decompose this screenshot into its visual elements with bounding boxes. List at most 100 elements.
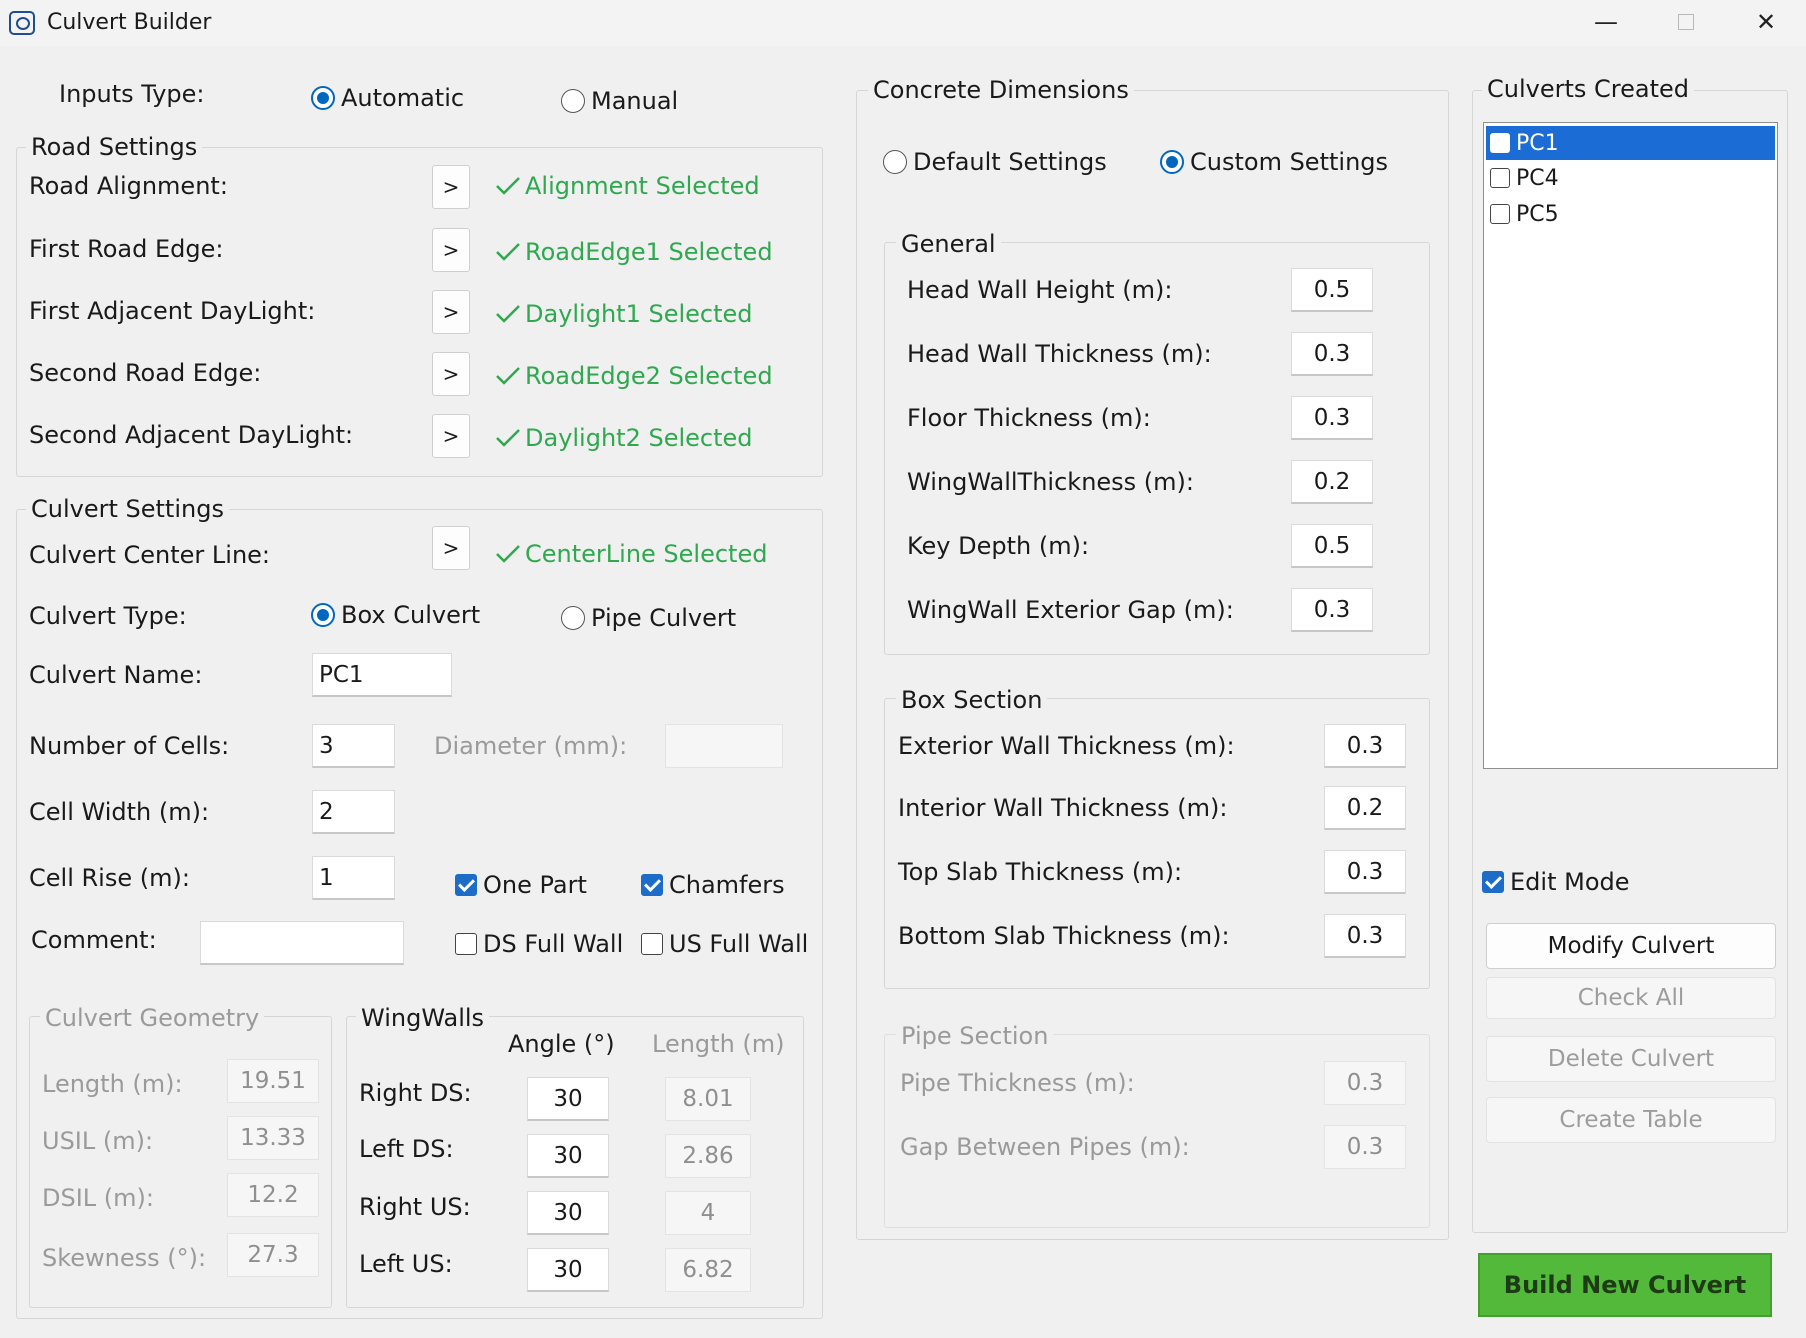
culvert-geometry-title: Culvert Geometry (40, 1003, 265, 1033)
select-road-alignment-button[interactable]: > (432, 165, 470, 209)
modify-culvert-button[interactable]: Modify Culvert (1486, 923, 1776, 969)
floor-thickness-label: Floor Thickness (m): (907, 404, 1151, 432)
pipe-section-title: Pipe Section (896, 1021, 1054, 1051)
list-item-label: PC1 (1516, 130, 1559, 156)
radio-pipe-culvert[interactable]: Pipe Culvert (561, 604, 736, 632)
wingwall-right-us-label: Right US: (359, 1193, 471, 1221)
edit-mode-checkbox[interactable]: Edit Mode (1482, 868, 1630, 896)
road-alignment-label: Road Alignment: (29, 172, 228, 200)
first-road-edge-label: First Road Edge: (29, 235, 224, 263)
cell-rise-input[interactable]: 1 (312, 856, 395, 900)
interior-wall-thickness-input[interactable]: 0.2 (1324, 786, 1406, 830)
key-depth-input[interactable]: 0.5 (1291, 524, 1373, 568)
wingwall-left-ds-label: Left DS: (359, 1135, 454, 1163)
select-center-line-button[interactable]: > (432, 526, 470, 570)
first-daylight-label: First Adjacent DayLight: (29, 297, 316, 325)
chamfers-checkbox-label: Chamfers (669, 871, 785, 899)
list-item-checkbox[interactable] (1490, 168, 1510, 188)
wingwall-right-us-angle-input[interactable]: 30 (527, 1191, 609, 1235)
comment-label: Comment: (31, 926, 157, 954)
concrete-dimensions-title: Concrete Dimensions (868, 75, 1134, 105)
radio-custom-settings-indicator (1160, 150, 1184, 174)
list-item[interactable]: PC5 (1486, 197, 1775, 231)
list-item-checkbox[interactable] (1490, 133, 1510, 153)
chamfers-checkbox[interactable]: Chamfers (641, 871, 785, 899)
radio-pipe-culvert-indicator (561, 606, 585, 630)
minimize-icon: — (1594, 8, 1618, 36)
radio-automatic-indicator (311, 86, 335, 110)
radio-custom-settings[interactable]: Custom Settings (1160, 148, 1388, 176)
close-button[interactable]: ✕ (1726, 0, 1806, 44)
maximize-button[interactable] (1646, 0, 1726, 44)
wingwall-right-ds-angle-input[interactable]: 30 (527, 1077, 609, 1121)
wingwall-thickness-input[interactable]: 0.2 (1291, 460, 1373, 504)
culverts-list[interactable]: PC1 PC4 PC5 (1483, 122, 1778, 769)
second-road-edge-status: RoadEdge2 Selected (494, 362, 773, 390)
wingwalls-title: WingWalls (356, 1003, 490, 1033)
radio-manual[interactable]: Manual (561, 87, 678, 115)
wingwall-left-us-angle-input[interactable]: 30 (527, 1248, 609, 1292)
pipe-thickness-label: Pipe Thickness (m): (900, 1069, 1135, 1097)
build-new-culvert-button[interactable]: Build New Culvert (1478, 1253, 1772, 1317)
wingwall-left-us-label: Left US: (359, 1250, 453, 1278)
one-part-checkbox-box (455, 874, 477, 896)
top-slab-thickness-input[interactable]: 0.3 (1324, 850, 1406, 894)
cell-width-label: Cell Width (m): (29, 798, 210, 826)
ds-full-wall-checkbox[interactable]: DS Full Wall (455, 930, 623, 958)
center-line-status: CenterLine Selected (494, 540, 767, 568)
general-title: General (896, 229, 1001, 259)
wingwall-left-ds-angle-input[interactable]: 30 (527, 1134, 609, 1178)
interior-wall-thickness-label: Interior Wall Thickness (m): (898, 794, 1228, 822)
radio-custom-settings-label: Custom Settings (1190, 148, 1389, 176)
select-first-road-edge-button[interactable]: > (432, 228, 470, 272)
number-of-cells-label: Number of Cells: (29, 732, 230, 760)
first-daylight-status: Daylight1 Selected (494, 300, 753, 328)
second-daylight-status-text: Daylight2 Selected (525, 424, 753, 452)
checkmark-icon (496, 177, 520, 195)
list-item[interactable]: PC1 (1486, 126, 1775, 160)
head-wall-thickness-input[interactable]: 0.3 (1291, 332, 1373, 376)
list-item[interactable]: PC4 (1486, 161, 1775, 195)
geometry-usil-value: 13.33 (227, 1116, 319, 1160)
radio-default-settings[interactable]: Default Settings (883, 148, 1107, 176)
wingwall-right-ds-length: 8.01 (665, 1077, 751, 1121)
radio-box-culvert[interactable]: Box Culvert (311, 601, 480, 629)
title-bar: Culvert Builder — ✕ (0, 0, 1806, 46)
check-all-button: Check All (1486, 977, 1776, 1019)
floor-thickness-input[interactable]: 0.3 (1291, 396, 1373, 440)
radio-automatic[interactable]: Automatic (311, 84, 464, 112)
ds-full-wall-checkbox-label: DS Full Wall (483, 930, 624, 958)
culvert-type-label: Culvert Type: (29, 602, 187, 630)
exterior-wall-thickness-input[interactable]: 0.3 (1324, 724, 1406, 768)
radio-automatic-label: Automatic (341, 84, 465, 112)
geometry-dsil-label: DSIL (m): (42, 1184, 154, 1212)
select-first-daylight-button[interactable]: > (432, 290, 470, 334)
radio-box-culvert-label: Box Culvert (341, 601, 481, 629)
geometry-skewness-value: 27.3 (227, 1233, 319, 1277)
culvert-settings-title: Culvert Settings (26, 494, 229, 524)
select-second-daylight-button[interactable]: > (432, 414, 470, 458)
cell-width-input[interactable]: 2 (312, 790, 395, 834)
wingwall-left-ds-length: 2.86 (665, 1134, 751, 1178)
select-second-road-edge-button[interactable]: > (432, 352, 470, 396)
head-wall-height-input[interactable]: 0.5 (1291, 268, 1373, 312)
geometry-dsil-value: 12.2 (227, 1173, 319, 1217)
us-full-wall-checkbox[interactable]: US Full Wall (641, 930, 808, 958)
radio-manual-indicator (561, 89, 585, 113)
second-road-edge-status-text: RoadEdge2 Selected (525, 362, 773, 390)
minimize-button[interactable]: — (1566, 0, 1646, 44)
first-daylight-status-text: Daylight1 Selected (525, 300, 753, 328)
bottom-slab-thickness-input[interactable]: 0.3 (1324, 914, 1406, 958)
number-of-cells-input[interactable]: 3 (312, 724, 395, 768)
comment-input[interactable] (200, 921, 404, 965)
wingwall-exterior-gap-input[interactable]: 0.3 (1291, 588, 1373, 632)
wingwalls-length-header: Length (m) (652, 1030, 785, 1058)
pipe-thickness-input: 0.3 (1324, 1061, 1406, 1105)
wingwalls-angle-header: Angle (°) (508, 1030, 615, 1058)
culvert-name-input[interactable]: PC1 (312, 653, 452, 697)
checkmark-icon (496, 545, 520, 563)
first-road-edge-status-text: RoadEdge1 Selected (525, 238, 773, 266)
wingwall-right-us-length: 4 (665, 1191, 751, 1235)
one-part-checkbox[interactable]: One Part (455, 871, 587, 899)
list-item-checkbox[interactable] (1490, 204, 1510, 224)
